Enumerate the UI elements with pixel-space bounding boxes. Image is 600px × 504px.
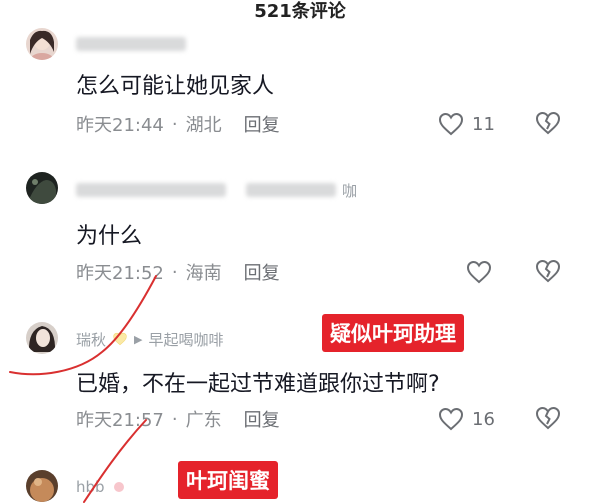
avatar[interactable] <box>26 322 58 354</box>
reply-button[interactable]: 回复 <box>244 259 280 285</box>
username[interactable] <box>76 32 186 56</box>
separator-dot: · <box>171 261 178 283</box>
comment-time: 昨天21:44 <box>76 115 164 136</box>
heart-icon <box>438 407 464 431</box>
username[interactable]: 瑞秋 ▶ 早起喝咖啡 <box>76 327 224 351</box>
dislike-button[interactable] <box>535 111 563 137</box>
reply-to-username[interactable]: 早起喝咖啡 <box>148 329 223 350</box>
avatar[interactable] <box>26 172 58 204</box>
yellow-heart-icon <box>113 332 127 346</box>
comment-time: 昨天21:57 <box>76 410 164 431</box>
reply-arrow-icon: ▶ <box>134 332 143 346</box>
comment-location: 湖北 <box>185 115 222 136</box>
username-suffix: 咖 <box>342 181 358 200</box>
broken-heart-icon <box>535 259 561 283</box>
comment-time: 昨天21:52 <box>76 263 164 284</box>
username[interactable]: hbb <box>76 475 127 499</box>
username-name: 瑞秋 <box>76 330 107 349</box>
reply-button[interactable]: 回复 <box>244 111 280 137</box>
like-count: 16 <box>472 408 495 430</box>
comment-location: 广东 <box>185 410 222 431</box>
separator-dot: · <box>171 408 178 430</box>
sparkle-icon <box>113 482 124 492</box>
avatar[interactable] <box>26 28 58 60</box>
username-name: hbb <box>76 478 105 496</box>
comments-count-title: 521条评论 <box>254 1 346 22</box>
comment-text: 怎么可能让她见家人 <box>76 74 275 99</box>
like-button[interactable]: 16 <box>438 406 495 432</box>
like-button[interactable]: 11 <box>438 111 495 137</box>
avatar[interactable] <box>26 470 58 502</box>
broken-heart-icon <box>535 111 561 135</box>
heart-icon <box>466 260 492 284</box>
like-count: 11 <box>472 113 495 135</box>
reply-button[interactable]: 回复 <box>244 406 280 432</box>
dislike-button[interactable] <box>535 406 563 432</box>
annotation-tag: 疑似叶珂助理 <box>322 314 464 352</box>
broken-heart-icon <box>535 406 561 430</box>
dislike-button[interactable] <box>535 259 563 285</box>
comment-text: 为什么 <box>76 224 143 249</box>
comment-text: 已婚，不在一起过节难道跟你过节啊? <box>76 372 440 397</box>
comment-location: 海南 <box>185 263 222 284</box>
separator-dot: · <box>171 113 178 135</box>
annotation-tag: 叶珂闺蜜 <box>178 461 278 499</box>
heart-icon <box>438 112 464 136</box>
like-button[interactable] <box>466 259 492 285</box>
username[interactable]: 咖 <box>76 178 357 202</box>
